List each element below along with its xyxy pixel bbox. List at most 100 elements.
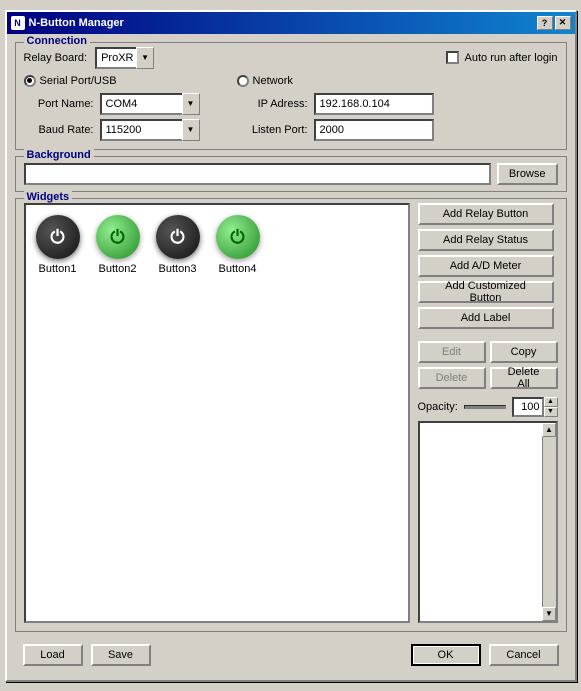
opacity-spin: ▲ ▼ (544, 397, 558, 417)
widgets-group: Widgets ⏻ Button1 ⏻ Button2 (15, 198, 567, 632)
close-button[interactable]: ✕ (555, 16, 571, 30)
widgets-canvas: ⏻ Button1 ⏻ Button2 ⏻ Butto (24, 203, 410, 623)
main-window: N N-Button Manager ? ✕ Connection Relay … (5, 10, 577, 682)
add-relay-button-btn[interactable]: Add Relay Button (418, 203, 554, 225)
baud-rate-label: Baud Rate: (24, 124, 94, 136)
copy-button[interactable]: Copy (490, 341, 558, 363)
fields-row: Port Name: COM4 ▼ Baud Rate: (24, 93, 558, 141)
delete-button[interactable]: Delete (418, 367, 486, 389)
background-path-input[interactable] (24, 163, 491, 185)
ip-address-input[interactable] (314, 93, 434, 115)
window-title: N-Button Manager (29, 17, 533, 29)
port-name-row: Port Name: COM4 ▼ (24, 93, 200, 115)
cancel-button[interactable]: Cancel (489, 644, 559, 666)
button4-label: Button4 (219, 263, 257, 275)
bottom-bar-left: Load Save (23, 644, 151, 666)
add-ad-meter-btn[interactable]: Add A/D Meter (418, 255, 554, 277)
bottom-bar: Load Save OK Cancel (15, 638, 567, 672)
opacity-up-btn[interactable]: ▲ (544, 397, 558, 407)
delete-row: Delete Delete All (418, 367, 558, 389)
relay-board-row: Relay Board: ProXR ▼ Auto run after logi… (24, 47, 558, 69)
listen-port-row: Listen Port: (236, 119, 434, 141)
add-label-btn[interactable]: Add Label (418, 307, 554, 329)
app-icon: N (11, 16, 25, 30)
scroll-down-arrow[interactable]: ▼ (542, 607, 556, 621)
serial-label: Serial Port/USB (40, 75, 117, 87)
ok-button[interactable]: OK (411, 644, 481, 666)
scroll-up-arrow[interactable]: ▲ (542, 423, 556, 437)
text-area-scrollbar: ▲ ▼ (542, 423, 556, 621)
widgets-label: Widgets (24, 191, 73, 203)
add-customized-button-btn[interactable]: Add Customized Button (418, 281, 554, 303)
bottom-bar-all: Load Save OK Cancel (23, 644, 559, 666)
widget-button2[interactable]: ⏻ Button2 (96, 215, 140, 275)
opacity-input-wrapper: ▲ ▼ (512, 397, 558, 417)
save-button[interactable]: Save (91, 644, 151, 666)
widgets-inner: ⏻ Button1 ⏻ Button2 ⏻ Butto (24, 203, 558, 623)
connection-content: Relay Board: ProXR ▼ Auto run after logi… (24, 47, 558, 141)
network-label: Network (253, 75, 293, 87)
title-bar: N N-Button Manager ? ✕ (7, 12, 575, 34)
auto-run-checkbox[interactable] (446, 51, 459, 64)
load-button[interactable]: Load (23, 644, 83, 666)
connection-group: Connection Relay Board: ProXR ▼ (15, 42, 567, 150)
widget-button1[interactable]: ⏻ Button1 (36, 215, 80, 275)
background-label: Background (24, 149, 94, 161)
title-bar-buttons: ? ✕ (537, 16, 571, 30)
listen-port-label: Listen Port: (236, 124, 308, 136)
opacity-down-btn[interactable]: ▼ (544, 407, 558, 417)
port-name-select[interactable]: COM4 (100, 93, 200, 115)
baud-rate-row: Baud Rate: 115200 ▼ (24, 119, 200, 141)
opacity-row: Opacity: ▲ ▼ (418, 397, 558, 417)
port-name-wrapper: COM4 ▼ (100, 93, 200, 115)
protocol-radio-row: Serial Port/USB Network (24, 75, 558, 87)
widget-button4[interactable]: ⏻ Button4 (216, 215, 260, 275)
network-radio-label[interactable]: Network (237, 75, 293, 87)
serial-radio-label[interactable]: Serial Port/USB (24, 75, 117, 87)
opacity-slider[interactable] (464, 405, 506, 409)
relay-board-select-wrapper: ProXR ▼ (95, 47, 154, 69)
button2-icon: ⏻ (96, 215, 140, 259)
widget-button3[interactable]: ⏻ Button3 (156, 215, 200, 275)
serial-fields: Port Name: COM4 ▼ Baud Rate: (24, 93, 200, 141)
widgets-side-buttons: Add Relay Button Add Relay Status Add A/… (418, 203, 558, 623)
background-group: Background Browse (15, 156, 567, 192)
button4-power-icon: ⏻ (230, 228, 244, 246)
relay-board-select[interactable]: ProXR (95, 47, 154, 69)
button1-icon: ⏻ (36, 215, 80, 259)
widget-text-area[interactable]: ▲ ▼ (418, 421, 558, 623)
edit-button[interactable]: Edit (418, 341, 486, 363)
button3-label: Button3 (159, 263, 197, 275)
button2-power-icon: ⏻ (110, 228, 124, 246)
auto-run-label: Auto run after login (465, 52, 558, 64)
add-relay-status-btn[interactable]: Add Relay Status (418, 229, 554, 251)
button1-power-icon: ⏻ (50, 228, 64, 246)
relay-board-section: Relay Board: ProXR ▼ (24, 47, 155, 69)
serial-radio[interactable] (24, 75, 36, 87)
button4-icon: ⏻ (216, 215, 260, 259)
help-button[interactable]: ? (537, 16, 553, 30)
baud-rate-wrapper: 115200 ▼ (100, 119, 200, 141)
opacity-label: Opacity: (418, 401, 458, 413)
opacity-value-input[interactable] (512, 397, 544, 417)
delete-all-button[interactable]: Delete All (490, 367, 558, 389)
auto-run-section: Auto run after login (446, 51, 558, 64)
button3-power-icon: ⏻ (170, 228, 184, 246)
button3-icon: ⏻ (156, 215, 200, 259)
edit-copy-row: Edit Copy (418, 341, 558, 363)
ip-address-row: IP Adress: (236, 93, 434, 115)
network-fields: IP Adress: Listen Port: (236, 93, 434, 141)
button1-label: Button1 (39, 263, 77, 275)
browse-button[interactable]: Browse (497, 163, 558, 185)
connection-label: Connection (24, 35, 91, 47)
window-body: Connection Relay Board: ProXR ▼ (7, 34, 575, 680)
listen-port-input[interactable] (314, 119, 434, 141)
button2-label: Button2 (99, 263, 137, 275)
bottom-bar-right: OK Cancel (411, 644, 559, 666)
ip-address-label: IP Adress: (236, 98, 308, 110)
baud-rate-select[interactable]: 115200 (100, 119, 200, 141)
network-radio[interactable] (237, 75, 249, 87)
browse-row: Browse (24, 163, 558, 185)
relay-board-label: Relay Board: (24, 52, 88, 64)
port-name-label: Port Name: (24, 98, 94, 110)
